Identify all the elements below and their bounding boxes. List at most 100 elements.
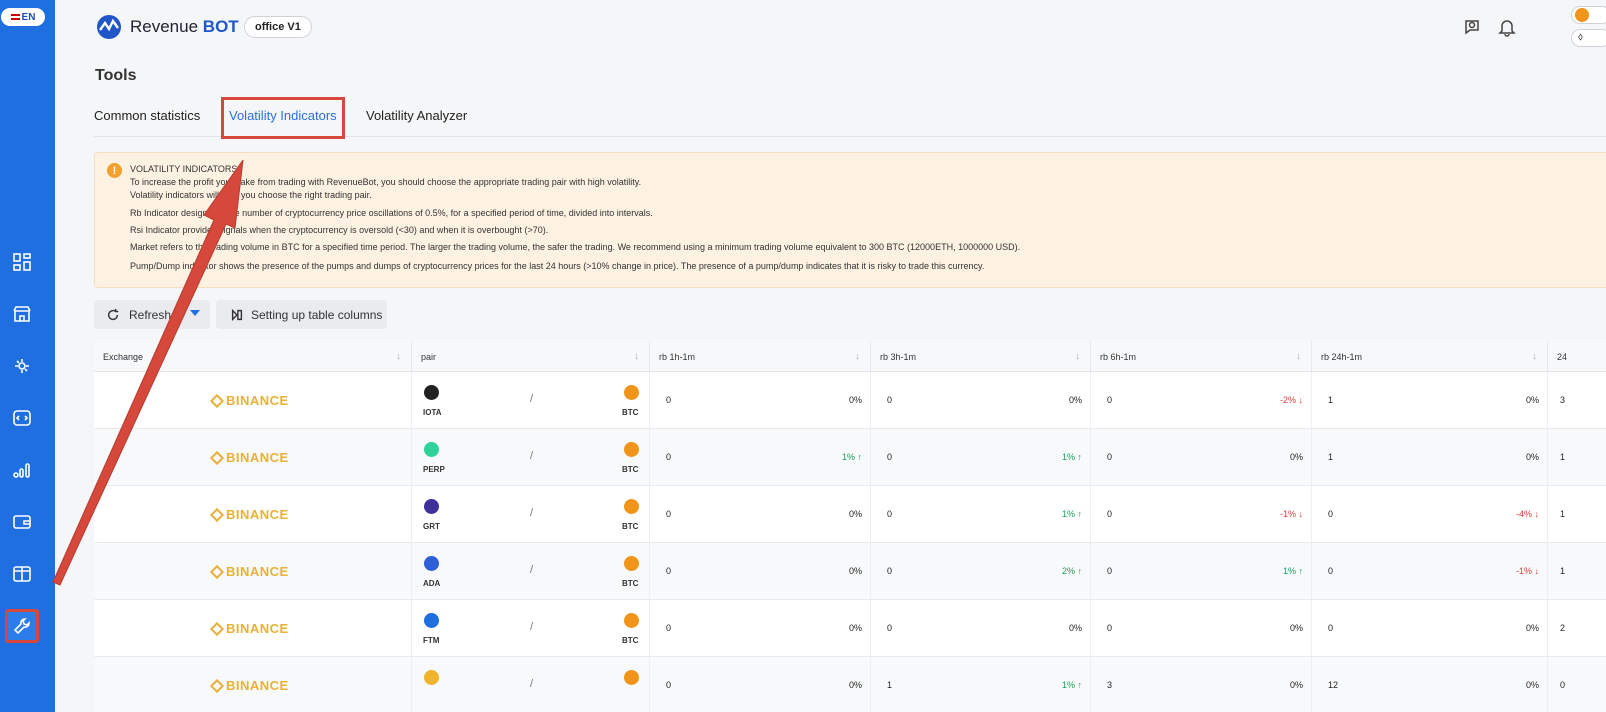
col-header-rb1h[interactable]: rb 1h-1m ↓: [650, 341, 871, 372]
dashboard-icon[interactable]: [11, 251, 33, 273]
col-header-pair[interactable]: pair ↓: [412, 341, 650, 372]
notifications-bell-icon[interactable]: [1497, 17, 1517, 37]
office-version-badge[interactable]: office V1: [244, 16, 312, 38]
binance-diamond-icon: [209, 450, 225, 465]
rb-change-value: -2%: [1279, 395, 1296, 405]
base-coin-icon: [424, 442, 439, 457]
notice-title: VOLATILITY INDICATORS: [130, 164, 238, 174]
table-row[interactable]: BINANCE FTM / BTC 0 0% 0 0% 0 0% 0 0% 2: [94, 600, 1606, 657]
language-switcher[interactable]: EN: [1, 8, 45, 26]
rb-cell: 12 0%: [1312, 657, 1548, 712]
rb-change-value: 0%: [1289, 623, 1303, 633]
rb-change-value: 0%: [848, 566, 862, 576]
table-row[interactable]: BINANCE IOTA / BTC 0 0% 0 0% 0 -2% ↓ 1 0…: [94, 372, 1606, 429]
rb-change: 0%: [1069, 395, 1082, 405]
rb-change: 0%: [1290, 680, 1303, 690]
refresh-dropdown-chevron-icon[interactable]: [190, 310, 200, 316]
revenuebot-logo-icon: [97, 15, 121, 39]
support-chat-icon[interactable]: [1463, 17, 1483, 37]
rb-change: 0%: [1290, 623, 1303, 633]
edge-value: 1: [1560, 566, 1566, 576]
sort-arrow-icon[interactable]: ↓: [634, 351, 639, 362]
btc-balance-chip[interactable]: [1571, 6, 1606, 24]
arrow-up-icon: ↑: [1074, 452, 1082, 462]
wallet-icon[interactable]: [11, 511, 33, 533]
table-row[interactable]: BINANCE GRT / BTC 0 0% 0 1% ↑ 0 -1% ↓ 0 …: [94, 486, 1606, 543]
rb-count: 0: [1107, 452, 1113, 462]
sort-arrow-icon[interactable]: ↓: [396, 351, 401, 362]
col-header-rb3h[interactable]: rb 3h-1m ↓: [871, 341, 1091, 372]
base-coin-label: ADA: [423, 579, 441, 588]
binance-logo: BINANCE: [209, 621, 289, 636]
sort-arrow-icon[interactable]: ↓: [1532, 351, 1537, 362]
rb-cell: 0 0%: [1091, 600, 1312, 657]
rb-count: 0: [666, 395, 672, 405]
rb-change-value: 1%: [1061, 452, 1075, 462]
rb-cell: 0 1% ↑: [871, 429, 1091, 486]
rb-cell: 0 -1% ↓: [1312, 543, 1548, 600]
store-icon[interactable]: [11, 303, 33, 325]
sort-arrow-icon[interactable]: ↓: [855, 351, 860, 362]
rb-change-value: 1%: [841, 452, 855, 462]
exchange-cell: BINANCE: [94, 657, 412, 712]
api-icon[interactable]: [11, 407, 33, 429]
brand-suffix: BOT: [202, 17, 239, 36]
arrow-up-icon: ↑: [1295, 566, 1303, 576]
rb-change-value: 1%: [1061, 680, 1075, 690]
rb-change: 0%: [1290, 452, 1303, 462]
col-header-24[interactable]: 24: [1548, 341, 1606, 372]
tab-volatility-analyzer[interactable]: Volatility Analyzer: [366, 108, 467, 123]
col-header-exchange[interactable]: Exchange ↓: [94, 341, 412, 372]
rb-change: 1% ↑: [1283, 566, 1303, 576]
table-columns-label: Setting up table columns: [251, 307, 383, 322]
tools-wrench-icon[interactable]: [5, 609, 39, 643]
rb-cell: 3 0%: [1091, 657, 1312, 712]
layout-icon[interactable]: [11, 563, 33, 585]
pair-separator: /: [530, 450, 534, 462]
rb-change: 1% ↑: [842, 452, 862, 462]
quote-coin-label: BTC: [622, 465, 639, 474]
table-columns-button[interactable]: Setting up table columns: [216, 300, 387, 329]
sort-arrow-icon[interactable]: ↓: [1075, 351, 1080, 362]
edge-cell: 1: [1548, 486, 1606, 543]
rb-cell: 0 -4% ↓: [1312, 486, 1548, 543]
binance-logo: BINANCE: [209, 564, 289, 579]
tab-common-statistics[interactable]: Common statistics: [94, 108, 200, 123]
notice-line: Market refers to the trading volume in B…: [130, 242, 1021, 252]
statistics-icon[interactable]: [11, 459, 33, 481]
rb-cell: 0 0%: [1312, 600, 1548, 657]
sort-arrow-icon[interactable]: ↓: [1296, 351, 1301, 362]
refresh-button[interactable]: Refresh: [94, 300, 210, 329]
rb-count: 1: [1328, 395, 1334, 405]
rb-cell: 0 1% ↑: [650, 429, 871, 486]
binance-diamond-icon: [209, 393, 225, 408]
rb-change: -1% ↓: [1516, 566, 1539, 576]
rb-count: 0: [887, 623, 893, 633]
rb-count: 0: [666, 623, 672, 633]
rb-count: 0: [666, 509, 672, 519]
rb-count: 0: [666, 566, 672, 576]
arrow-up-icon: ↑: [854, 452, 862, 462]
rb-count: 0: [1328, 623, 1334, 633]
rb-count: 0: [1107, 395, 1113, 405]
rb-change-value: 0%: [1525, 680, 1539, 690]
edge-cell: 0: [1548, 657, 1606, 712]
arrow-down-icon: ↓: [1295, 509, 1303, 519]
exchange-name: BINANCE: [226, 507, 289, 522]
table-row[interactable]: BINANCE PERP / BTC 0 1% ↑ 0 1% ↑ 0 0% 1 …: [94, 429, 1606, 486]
rb-change-value: 0%: [1525, 623, 1539, 633]
rb-cell: 0 1% ↑: [1091, 543, 1312, 600]
col-header-rb24h[interactable]: rb 24h-1m ↓: [1312, 341, 1548, 372]
revenuebot-logo[interactable]: Revenue BOT: [96, 14, 239, 40]
rb-change-value: 0%: [1525, 395, 1539, 405]
rb-count: 0: [1328, 509, 1334, 519]
rb-change: 2% ↑: [1062, 566, 1082, 576]
eth-balance-chip[interactable]: ⬨: [1571, 29, 1606, 47]
table-row[interactable]: BINANCE / 0 0% 1 1% ↑ 3 0% 12 0% 0: [94, 657, 1606, 712]
binance-logo: BINANCE: [209, 678, 289, 693]
col-header-label: rb 3h-1m: [880, 351, 917, 362]
rb-count: 0: [1107, 566, 1113, 576]
table-row[interactable]: BINANCE ADA / BTC 0 0% 0 2% ↑ 0 1% ↑ 0 -…: [94, 543, 1606, 600]
settings-bot-icon[interactable]: [11, 355, 33, 377]
col-header-rb6h[interactable]: rb 6h-1m ↓: [1091, 341, 1312, 372]
